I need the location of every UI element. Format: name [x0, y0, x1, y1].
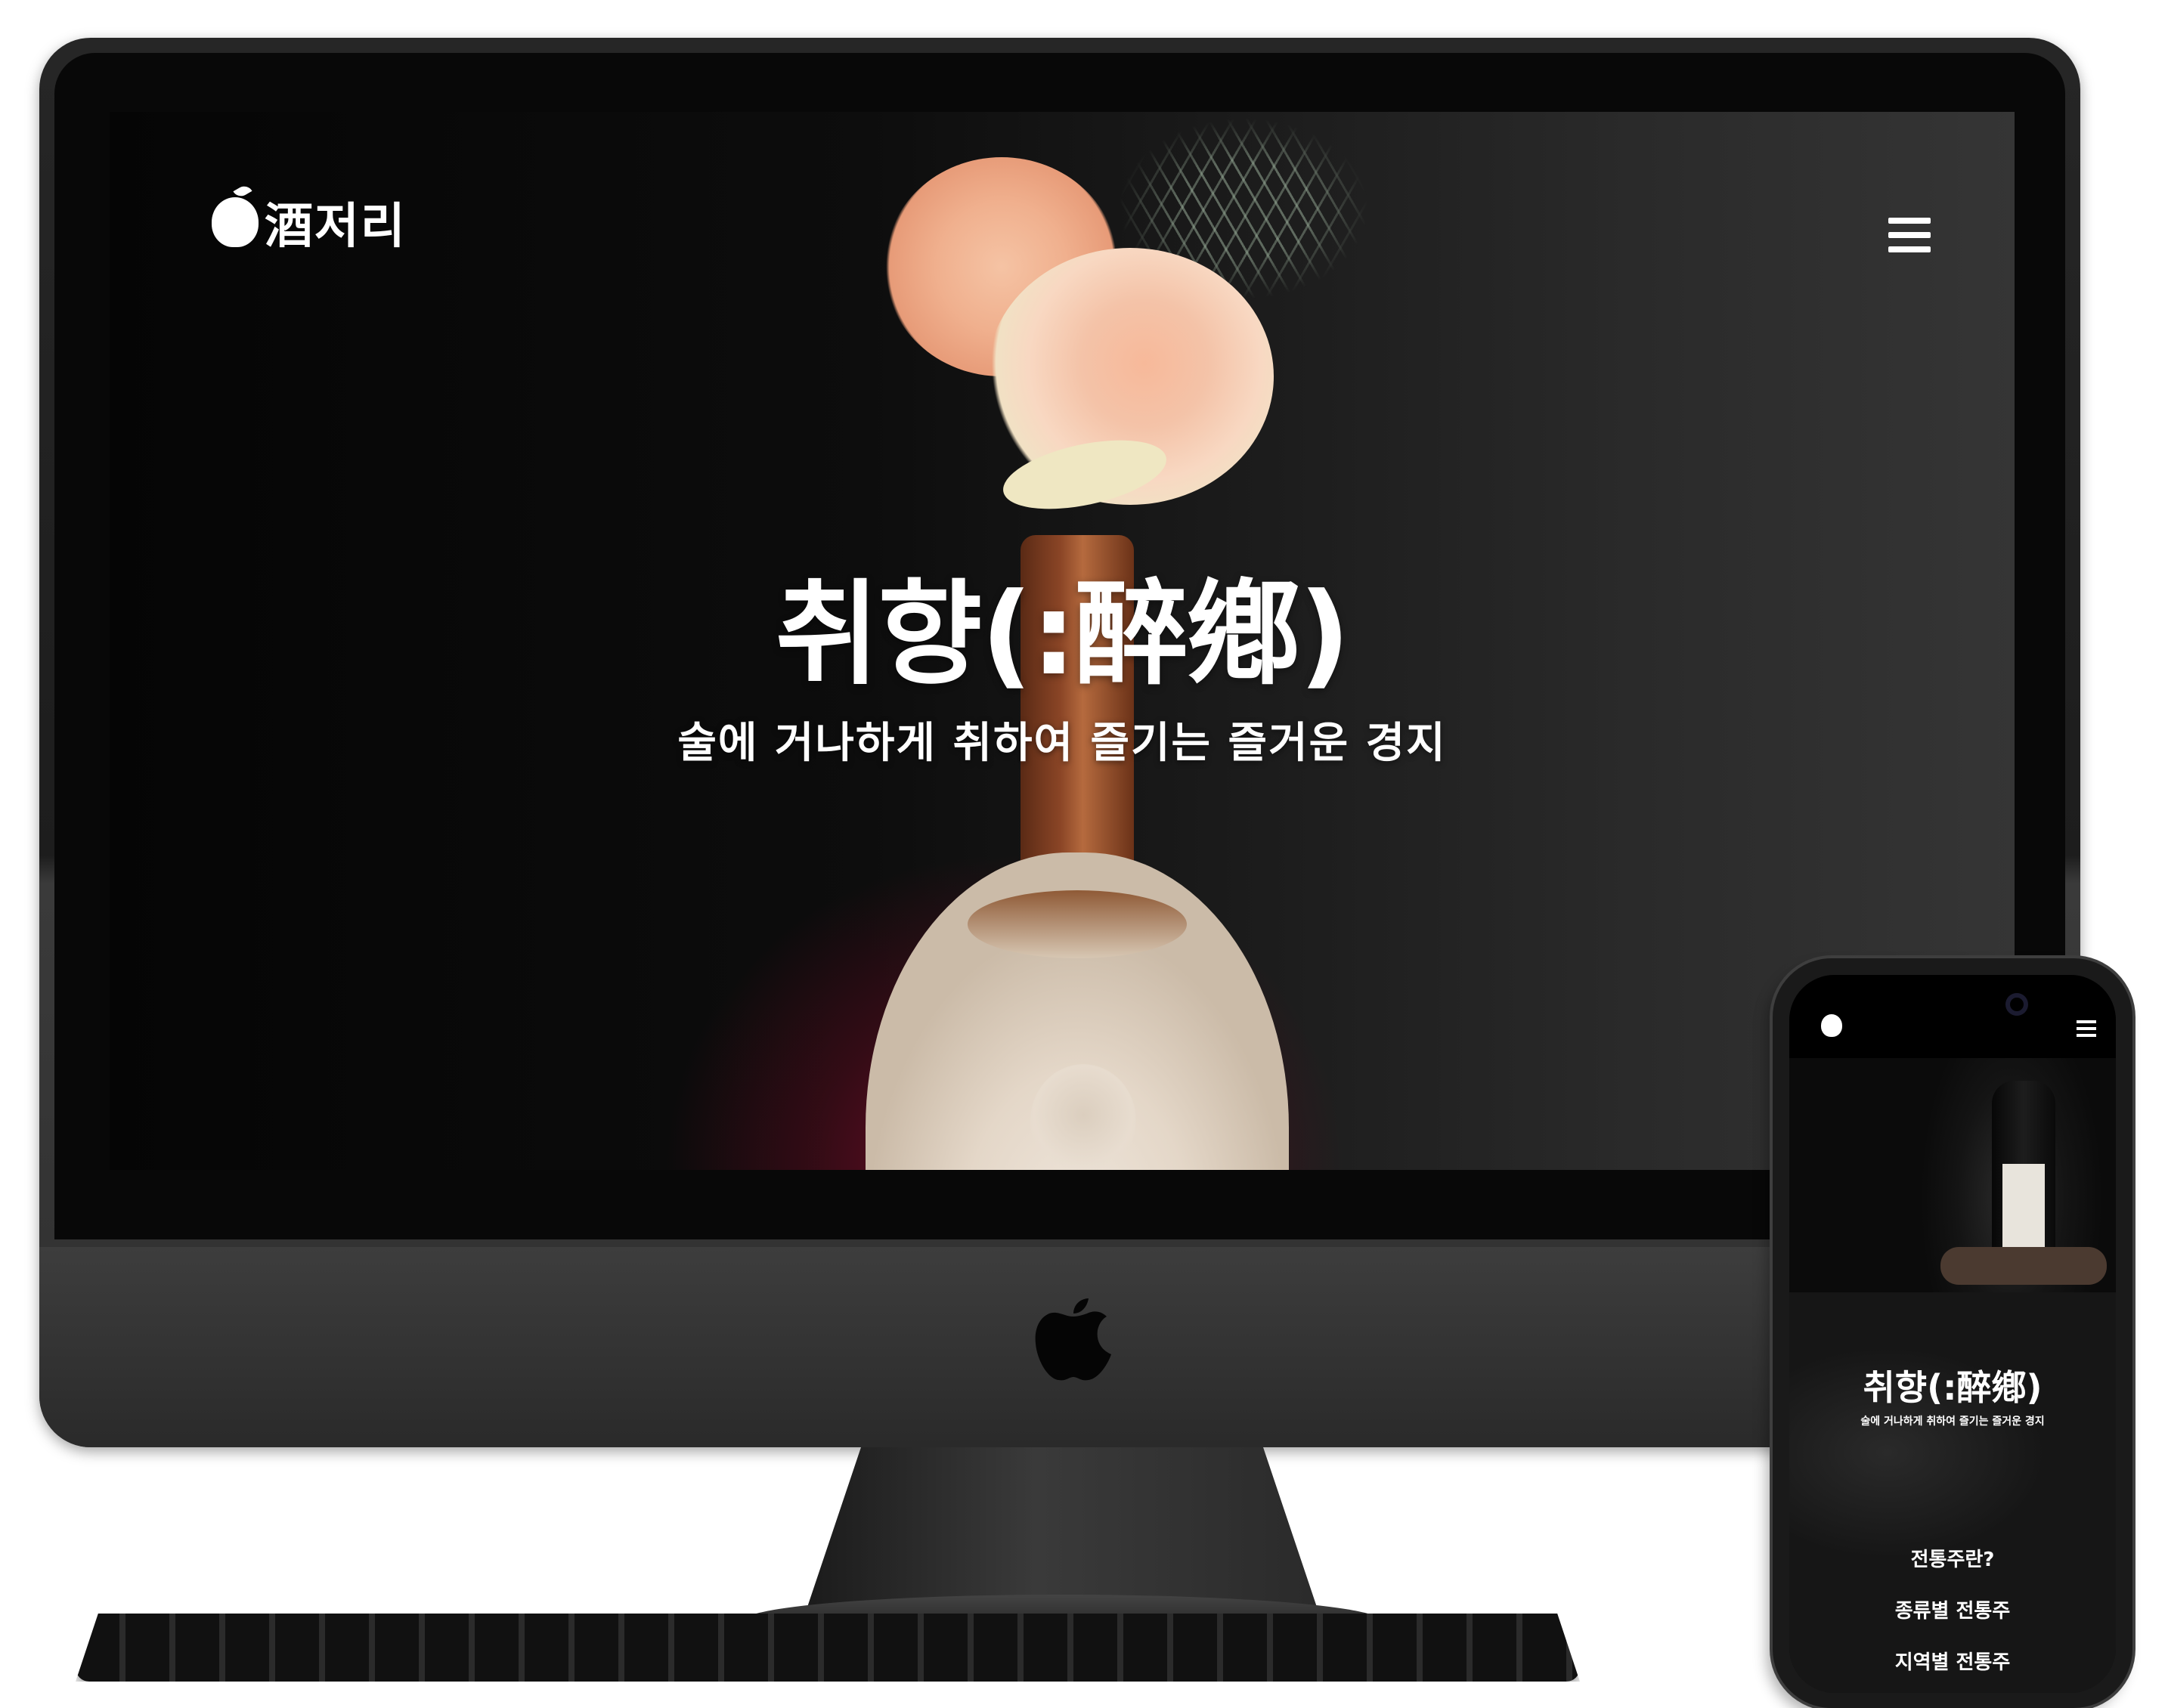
nav-item-about[interactable]: 전통주란? — [1789, 1534, 2116, 1586]
nav-item-by-region[interactable]: 지역별 전통주 — [1789, 1637, 2116, 1688]
site-logo[interactable]: 酒저리 — [212, 187, 407, 257]
mobile-hero-hand — [1940, 1247, 2107, 1285]
apple-brand-logo-icon — [1035, 1298, 1111, 1381]
apple-fruit-logo-icon — [212, 197, 259, 247]
mobile-nav-menu: 전통주란? 종류별 전통주 지역별 전통주 — [1789, 1534, 2116, 1688]
desktop-site-screen: 酒저리 취향(:醉鄕) 술에 거나하게 취하여 즐기는 즐거운 경지 — [110, 112, 2015, 1170]
mobile-hero-bottle-label — [2002, 1164, 2045, 1255]
hero-title: 취향(:醉鄕) — [775, 569, 1350, 701]
keyboard — [76, 1614, 1580, 1682]
mobile-hero-subtitle: 술에 거나하게 취하여 즐기는 즐거운 경지 — [1860, 1416, 2045, 1428]
nav-item-by-type[interactable]: 종류별 전통주 — [1789, 1586, 2116, 1637]
mobile-site-screen: 취향(:醉鄕) 술에 거나하게 취하여 즐기는 즐거운 경지 전통주란? 종류별… — [1789, 975, 2116, 1693]
hero-vase-collar — [968, 890, 1187, 958]
hero-subtitle: 술에 거나하게 취하여 즐기는 즐거운 경지 — [677, 719, 1447, 768]
dynamic-island — [1913, 992, 2028, 1017]
apple-fruit-logo-icon[interactable] — [1821, 1014, 1842, 1037]
logo-text: 酒저리 — [265, 198, 407, 255]
phone-device: 취향(:醉鄕) 술에 거나하게 취하여 즐기는 즐거운 경지 전통주란? 종류별… — [1773, 958, 2132, 1708]
mobile-hero-title: 취향(:醉鄕) — [1863, 1367, 2043, 1408]
hamburger-menu-icon[interactable] — [2077, 1020, 2096, 1037]
hero-vase-emblem — [1030, 1064, 1136, 1170]
hamburger-menu-icon[interactable] — [1888, 218, 1931, 252]
